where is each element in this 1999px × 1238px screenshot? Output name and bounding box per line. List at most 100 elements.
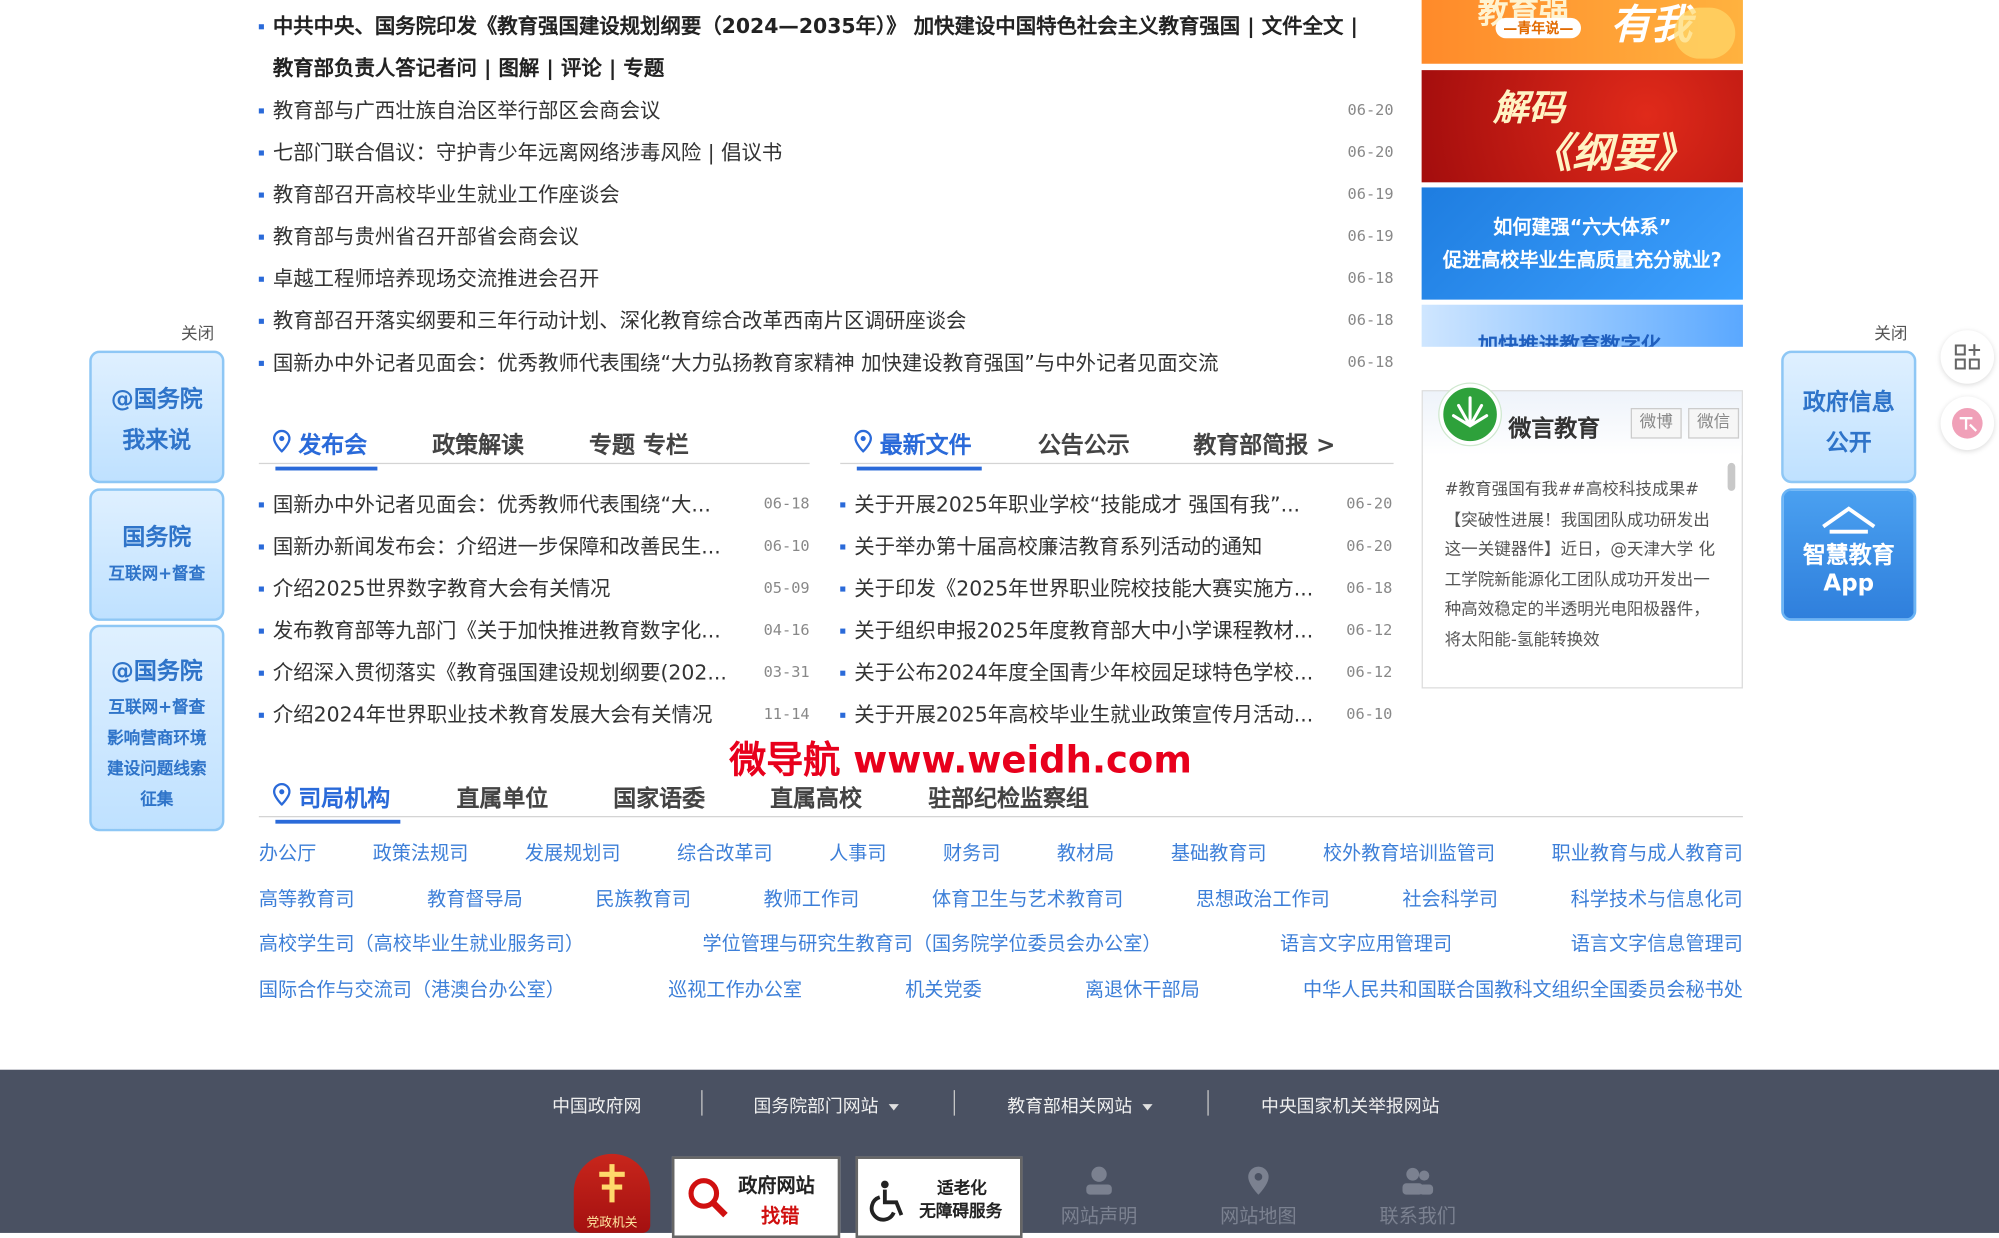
list-item-text[interactable]: 关于举办第十届高校廉洁教育系列活动的通知	[854, 525, 1319, 567]
list-item-text[interactable]: 介绍深入贯彻落实《教育强国建设规划纲要(202...	[273, 652, 737, 694]
weixin-tab-button[interactable]: 微信	[1688, 408, 1740, 439]
headline-row[interactable]: 教育部召开高校毕业生就业工作座谈会 06-19	[258, 173, 1394, 215]
dept-link[interactable]: 人事司	[829, 839, 886, 866]
list-item[interactable]: 关于开展2025年职业学校“技能成才 强国有我”... 06-20	[840, 483, 1392, 525]
headline-row[interactable]: 教育部与广西壮族自治区举行部区会商会议 06-20	[258, 89, 1394, 131]
footer-link[interactable]: 教育部相关网站	[1007, 1093, 1153, 1119]
dept-link[interactable]: 职业教育与成人教育司	[1552, 839, 1743, 866]
left-float-close[interactable]: 关闭	[181, 320, 214, 344]
dept-link[interactable]: 财务司	[943, 839, 1000, 866]
docs-tab-1[interactable]: 公告公示	[1038, 427, 1130, 460]
headline-row[interactable]: 国新办中外记者见面会：优秀教师代表围绕“大力弘扬教育家精神 加快建设教育强国”与…	[258, 342, 1394, 384]
banner-youth[interactable]: 教育强 —青年说— 有我	[1421, 0, 1743, 64]
lead-headline-text[interactable]: 中共中央、国务院印发《教育强国建设规划纲要（2024—2035年）》 加快建设中…	[273, 5, 1394, 47]
headline-text[interactable]: 七部门联合倡议：守护青少年远离网络涉毒风险 | 倡议书	[273, 131, 1317, 173]
lead-headline-line1[interactable]: 中共中央、国务院印发《教育强国建设规划纲要（2024—2035年）》 加快建设中…	[258, 5, 1394, 47]
dept-link[interactable]: 综合改革司	[677, 839, 773, 866]
docs-tab-2[interactable]: 教育部简报 >	[1193, 427, 1335, 460]
dept-link[interactable]: 高校学生司（高校毕业生就业服务司）	[259, 929, 584, 956]
list-item-text[interactable]: 关于印发《2025年世界职业院校技能大赛实施方...	[854, 567, 1319, 609]
list-item[interactable]: 国新办新闻发布会：介绍进一步保障和改善民生... 06-10	[258, 525, 810, 567]
dept-link[interactable]: 校外教育培训监管司	[1323, 839, 1495, 866]
float-gov-i-say[interactable]: @国务院 我来说	[89, 350, 225, 484]
add-widget-icon[interactable]	[1940, 330, 1995, 384]
list-item[interactable]: 介绍2025世界数字教育大会有关情况 05-09	[258, 567, 810, 609]
gov-site-error-badge[interactable]: 政府网站 找错	[671, 1156, 841, 1238]
dept-link[interactable]: 语言文字应用管理司	[1280, 929, 1452, 956]
list-item-text[interactable]: 关于组织申报2025年度教育部大中小学课程教材...	[854, 609, 1319, 651]
headline-text[interactable]: 教育部召开高校毕业生就业工作座谈会	[273, 173, 1317, 215]
accessibility-badge[interactable]: 适老化 无障碍服务	[855, 1156, 1023, 1238]
list-item-text[interactable]: 介绍2025世界数字教育大会有关情况	[273, 567, 737, 609]
press-tab-0[interactable]: 发布会	[272, 427, 378, 471]
dept-link[interactable]: 高等教育司	[259, 884, 355, 911]
dept-link[interactable]: 政策法规司	[373, 839, 469, 866]
float-gov-info[interactable]: 政府信息 公开	[1781, 350, 1917, 484]
list-item[interactable]: 关于印发《2025年世界职业院校技能大赛实施方... 06-18	[840, 567, 1392, 609]
org-tab-2[interactable]: 国家语委	[613, 780, 705, 813]
footer-link[interactable]: 中央国家机关举报网站	[1261, 1093, 1440, 1119]
banner-six-systems[interactable]: 如何建强“六大体系” 促进高校毕业生高质量充分就业?	[1421, 187, 1743, 300]
dept-link[interactable]: 中华人民共和国联合国教科文组织全国委员会秘书处	[1303, 975, 1743, 1002]
dept-link[interactable]: 发展规划司	[525, 839, 621, 866]
headline-text[interactable]: 卓越工程师培养现场交流推进会召开	[273, 258, 1317, 300]
footer-link[interactable]: 中国政府网	[552, 1093, 641, 1119]
org-tab-0[interactable]: 司局机构	[272, 780, 401, 824]
list-item[interactable]: 关于组织申报2025年度教育部大中小学课程教材... 06-12	[840, 609, 1392, 651]
dept-link[interactable]: 办公厅	[259, 839, 316, 866]
list-item-text[interactable]: 国新办中外记者见面会：优秀教师代表围绕“大...	[273, 483, 737, 525]
headline-text[interactable]: 教育部与广西壮族自治区举行部区会商会议	[273, 89, 1317, 131]
list-item[interactable]: 介绍2024年世界职业技术教育发展大会有关情况 11-14	[258, 694, 810, 736]
lead-headline-links[interactable]: 教育部负责人答记者问 | 图解 | 评论 | 专题	[273, 47, 1394, 89]
headline-text[interactable]: 教育部与贵州省召开部省会商会议	[273, 215, 1317, 257]
lead-headline-line2[interactable]: 教育部负责人答记者问 | 图解 | 评论 | 专题	[259, 47, 1394, 89]
dept-link[interactable]: 教材局	[1057, 839, 1114, 866]
press-tab-1[interactable]: 政策解读	[432, 427, 524, 460]
float-smart-edu-app[interactable]: 智慧教育 App	[1781, 488, 1917, 621]
press-tab-2[interactable]: 专题 专栏	[589, 427, 689, 460]
dept-link[interactable]: 民族教育司	[595, 884, 691, 911]
headline-row[interactable]: 七部门联合倡议：守护青少年远离网络涉毒风险 | 倡议书 06-20	[258, 131, 1394, 173]
list-item[interactable]: 关于开展2025年高校毕业生就业政策宣传月活动... 06-10	[840, 694, 1392, 736]
headline-row[interactable]: 教育部召开落实纲要和三年行动计划、深化教育综合改革西南片区调研座谈会 06-18	[258, 300, 1394, 342]
list-item[interactable]: 关于举办第十届高校廉洁教育系列活动的通知 06-20	[840, 525, 1392, 567]
dept-link[interactable]: 思想政治工作司	[1196, 884, 1330, 911]
dept-link[interactable]: 语言文字信息管理司	[1571, 929, 1743, 956]
right-float-close[interactable]: 关闭	[1874, 320, 1907, 344]
list-item-text[interactable]: 关于公布2024年度全国青少年校园足球特色学校...	[854, 652, 1319, 694]
org-tab-4[interactable]: 驻部纪检监察组	[928, 780, 1089, 813]
sitemap-link[interactable]: 网站地图	[1213, 1164, 1305, 1229]
dept-link[interactable]: 学位管理与研究生教育司（国务院学位委员会办公室）	[703, 929, 1162, 956]
docs-tab-0[interactable]: 最新文件	[854, 427, 982, 471]
list-item[interactable]: 国新办中外记者见面会：优秀教师代表围绕“大... 06-18	[258, 483, 810, 525]
footer-link[interactable]: 国务院部门网站	[754, 1093, 899, 1119]
contact-us-link[interactable]: 联系我们	[1372, 1164, 1464, 1229]
list-item[interactable]: 介绍深入贯彻落实《教育强国建设规划纲要(202... 03-31	[258, 652, 810, 694]
weibo-tab-button[interactable]: 微博	[1630, 408, 1682, 439]
headline-text[interactable]: 教育部召开落实纲要和三年行动计划、深化教育综合改革西南片区调研座谈会	[273, 300, 1317, 342]
list-item-text[interactable]: 关于开展2025年高校毕业生就业政策宣传月活动...	[854, 694, 1319, 736]
org-tab-1[interactable]: 直属单位	[456, 780, 548, 813]
dept-link[interactable]: 科学技术与信息化司	[1571, 884, 1743, 911]
translate-icon[interactable]	[1940, 396, 1995, 451]
dept-link[interactable]: 国际合作与交流司（港澳台办公室）	[259, 975, 565, 1002]
site-statement-link[interactable]: 网站声明	[1053, 1164, 1145, 1229]
list-item[interactable]: 发布教育部等九部门《关于加快推进教育数字化... 04-16	[258, 609, 810, 651]
dept-link[interactable]: 教育督导局	[427, 884, 523, 911]
dept-link[interactable]: 巡视工作办公室	[668, 975, 802, 1002]
banner-decode[interactable]: 解码 《纲要》	[1421, 70, 1743, 183]
weibo-scrollbar[interactable]	[1727, 462, 1736, 491]
list-item-text[interactable]: 介绍2024年世界职业技术教育发展大会有关情况	[273, 694, 737, 736]
headline-row[interactable]: 教育部与贵州省召开部省会商会议 06-19	[258, 215, 1394, 257]
weibo-post-text[interactable]: #教育强国有我##高校科技成果#【突破性进展！我国团队成功研发出这一关键器件】近…	[1445, 476, 1719, 655]
org-tab-3[interactable]: 直属高校	[770, 780, 862, 813]
headline-row[interactable]: 卓越工程师培养现场交流推进会召开 06-18	[258, 258, 1394, 300]
party-gov-badge[interactable]: 党政机关	[573, 1153, 651, 1233]
list-item-text[interactable]: 发布教育部等九部门《关于加快推进教育数字化...	[273, 609, 737, 651]
dept-link[interactable]: 社会科学司	[1402, 884, 1498, 911]
float-business-env[interactable]: @国务院 互联网+督查 影响营商环境 建设问题线索 征集	[89, 624, 225, 832]
dept-link[interactable]: 离退休干部局	[1085, 975, 1200, 1002]
list-item[interactable]: 关于公布2024年度全国青少年校园足球特色学校... 06-12	[840, 652, 1392, 694]
dept-link[interactable]: 教师工作司	[764, 884, 860, 911]
dept-link[interactable]: 基础教育司	[1171, 839, 1267, 866]
